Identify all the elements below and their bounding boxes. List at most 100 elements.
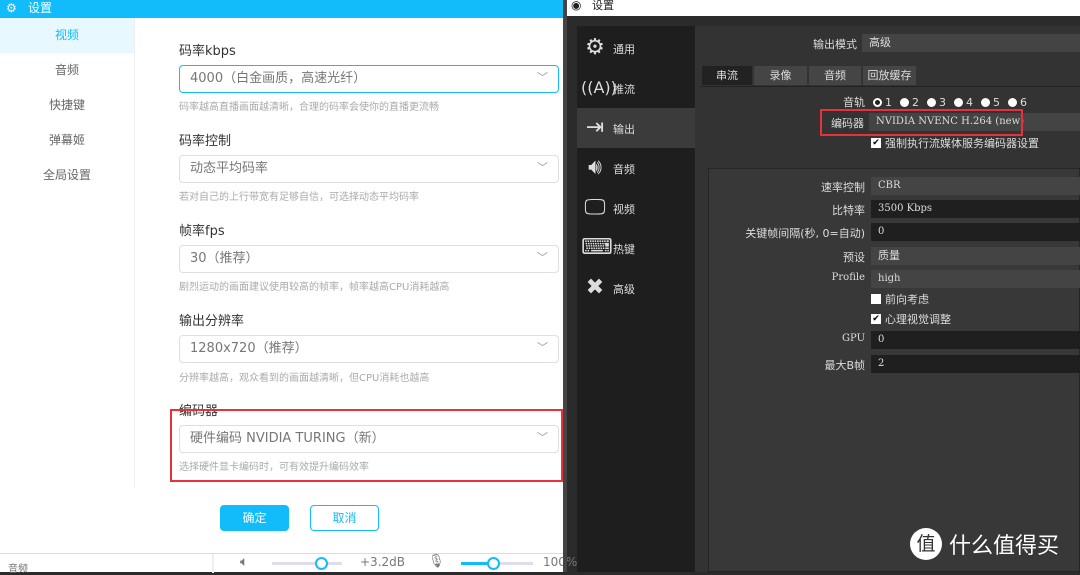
resolution-select[interactable]: 1280x720（推荐） ﹀	[179, 335, 559, 363]
speaker-icon: 🔊︎	[588, 155, 602, 180]
confirm-button[interactable]: 确定	[220, 505, 289, 531]
rate-control-select[interactable]: 动态平均码率 ﹀	[179, 155, 559, 183]
title-bar: ⚙ 设置	[0, 0, 563, 18]
track-num: 1	[885, 96, 892, 109]
rate-control-select[interactable]: CBR	[871, 177, 1080, 195]
live-settings-window: ⚙ 设置 视频 音频 快捷键 弹幕姬 全局设置 码率kbps 4000（白金画质…	[0, 0, 577, 575]
track-num: 6	[1020, 96, 1027, 109]
background-app-footer: 音频 🔈︎ +3.2dB 🎙︎ 100%	[0, 553, 577, 575]
max-bframes-input[interactable]: 2	[871, 355, 1080, 373]
max-bframes-label: 最大B帧	[824, 359, 865, 372]
speaker-db: +3.2dB	[360, 555, 405, 569]
profile-label: Profile	[831, 272, 865, 283]
psycho-visual-checkbox[interactable]: ✔	[871, 314, 881, 324]
label: 视频	[613, 203, 635, 216]
sidebar-item-general[interactable]: ⚙ 通用	[577, 28, 695, 68]
sidebar-item-audio[interactable]: 🔊︎ 音频	[577, 148, 695, 188]
track-radio[interactable]	[1008, 98, 1017, 107]
track-radio[interactable]	[981, 98, 990, 107]
profile-select[interactable]: high	[871, 270, 1080, 288]
tab-divider	[700, 86, 1080, 87]
tab-recording[interactable]: 录像	[754, 66, 807, 85]
bitrate-hint: 码率越高直播画面越清晰，合理的码率会使你的直播更流畅	[179, 102, 439, 113]
obs-sidebar: ⚙ 通用 ((A)) 推流 ⇥ 输出 🔊︎ 音频 🖵︎ 视频 ⌨ 热键 ✖ 高级	[577, 26, 695, 572]
output-mode-label: 输出模式	[813, 38, 857, 51]
rate-control-hint: 若对自己的上行带宽有足够自信，可选择动态平均码率	[179, 192, 419, 203]
track-radio[interactable]	[873, 98, 882, 107]
broadcast-icon: ((A))	[581, 78, 617, 97]
sidebar-item-hotkeys[interactable]: 快捷键	[0, 88, 134, 123]
keyframe-label: 关键帧间隔(秒, 0=自动)	[745, 227, 865, 240]
chevron-down-icon: ﹀	[537, 161, 548, 174]
gpu-input[interactable]: 0	[871, 331, 1080, 349]
track-num: 5	[993, 96, 1000, 109]
obs-title-bar: ◉ 设置	[567, 0, 1080, 16]
divider	[212, 554, 214, 573]
slider-handle[interactable]	[487, 557, 500, 570]
track-radio[interactable]	[900, 98, 909, 107]
audio-track-row: 音轨 1 2 3 4 5 6	[843, 94, 1027, 110]
sidebar-item-audio[interactable]: 音频	[0, 53, 134, 88]
rate-control-label: 速率控制	[821, 181, 865, 194]
track-radio[interactable]	[954, 98, 963, 107]
psycho-visual-label: 心理视觉调整	[885, 313, 951, 326]
tab-stream[interactable]: 串流	[702, 66, 752, 85]
output-mode-select[interactable]: 高级	[862, 34, 1080, 52]
monitor-icon: 🖵︎	[584, 195, 606, 220]
window-title: 设置	[28, 1, 53, 15]
preset-select[interactable]: 质量	[871, 247, 1080, 265]
watermark-logo-icon: 值	[910, 528, 942, 560]
label: 音频	[613, 163, 635, 176]
gear-icon: ⚙	[6, 1, 17, 15]
speaker-slider[interactable]	[272, 557, 342, 570]
audio-label: 音频	[8, 564, 28, 575]
watermark: 值 什么值得买	[910, 528, 1059, 560]
sidebar-item-output[interactable]: ⇥ 输出	[577, 108, 695, 148]
rate-control-value: 动态平均码率	[190, 161, 269, 176]
bitrate-label: 码率kbps	[179, 44, 236, 59]
rate-control-label: 码率控制	[179, 134, 232, 149]
resolution-label: 输出分辨率	[179, 314, 245, 329]
sidebar: 视频 音频 快捷键 弹幕姬 全局设置	[0, 18, 135, 488]
keyboard-icon: ⌨	[581, 235, 613, 260]
fps-hint: 剧烈运动的画面建议使用较高的帧率，帧率越高CPU消耗越高	[179, 282, 450, 293]
gear-icon: ⚙	[585, 35, 605, 60]
highlight-box	[820, 109, 1023, 136]
label: 通用	[613, 43, 635, 56]
mic-slider[interactable]	[461, 557, 533, 570]
sidebar-item-hotkeys[interactable]: ⌨ 热键	[577, 228, 695, 268]
enforce-checkbox[interactable]: ✔	[871, 138, 881, 148]
chevron-down-icon: ﹀	[537, 251, 548, 264]
highlight-box	[170, 409, 563, 482]
fps-label: 帧率fps	[179, 224, 225, 239]
track-num: 3	[939, 96, 946, 109]
resolution-value: 1280x720（推荐）	[190, 341, 308, 356]
track-radio[interactable]	[927, 98, 936, 107]
gpu-label: GPU	[842, 333, 865, 344]
keyframe-input[interactable]: 0	[871, 223, 1080, 241]
label: 输出	[613, 123, 635, 136]
sidebar-item-danmaku[interactable]: 弹幕姬	[0, 123, 134, 158]
cancel-button[interactable]: 取消	[310, 505, 379, 531]
output-icon: ⇥	[585, 115, 605, 140]
track-num: 4	[966, 96, 973, 109]
label: 热键	[613, 243, 635, 256]
preset-label: 预设	[843, 251, 865, 264]
sidebar-item-global[interactable]: 全局设置	[0, 158, 134, 193]
lookahead-checkbox[interactable]	[871, 294, 881, 304]
bitrate-input[interactable]: 3500 Kbps	[871, 200, 1080, 218]
sidebar-item-stream[interactable]: ((A)) 推流	[577, 68, 695, 108]
fps-select[interactable]: 30（推荐） ﹀	[179, 245, 559, 273]
sidebar-item-video[interactable]: 🖵︎ 视频	[577, 188, 695, 228]
chevron-down-icon: ﹀	[537, 71, 548, 84]
mic-percent: 100%	[543, 555, 578, 569]
microphone-icon: 🎙︎	[428, 554, 445, 569]
sidebar-item-advanced[interactable]: ✖ 高级	[577, 268, 695, 308]
tab-audio[interactable]: 音频	[809, 66, 861, 85]
slider-handle[interactable]	[315, 557, 328, 570]
sidebar-item-video[interactable]: 视频	[0, 18, 134, 53]
tools-icon: ✖	[585, 275, 605, 300]
bitrate-select[interactable]: 4000（白金画质，高速光纤） ﹀	[179, 65, 559, 93]
tab-replay-buffer[interactable]: 回放缓存	[863, 66, 916, 85]
audio-track-label: 音轨	[843, 96, 865, 109]
